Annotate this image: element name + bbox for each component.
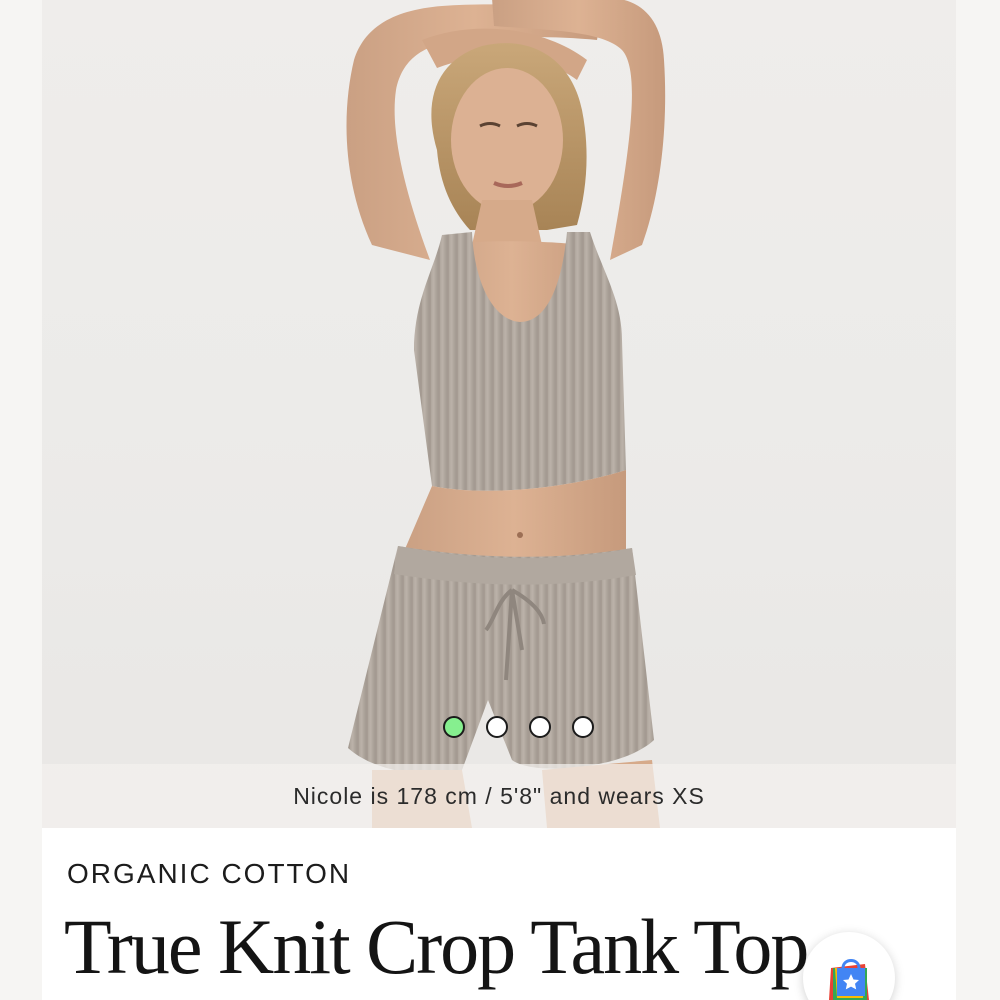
shopping-bag-star-icon bbox=[829, 959, 869, 1000]
carousel-dot-4[interactable] bbox=[571, 716, 594, 738]
product-title: True Knit Crop Tank Top bbox=[64, 903, 809, 990]
collection-label: ORGANIC COTTON bbox=[67, 858, 352, 889]
carousel-dot-1[interactable] bbox=[442, 716, 465, 738]
product-image[interactable]: Nicole is 178 cm / 5'8" and wears XS bbox=[42, 0, 956, 828]
left-gutter bbox=[0, 0, 42, 1000]
model-size-caption: Nicole is 178 cm / 5'8" and wears XS bbox=[42, 764, 956, 828]
carousel-dot-3[interactable] bbox=[528, 716, 551, 738]
product-page: Nicole is 178 cm / 5'8" and wears XS ORG… bbox=[0, 0, 1000, 1000]
model-photo-illustration bbox=[346, 0, 666, 828]
carousel-dots bbox=[42, 716, 956, 738]
carousel-dot-2[interactable] bbox=[485, 716, 508, 738]
right-gutter bbox=[956, 0, 1000, 1000]
